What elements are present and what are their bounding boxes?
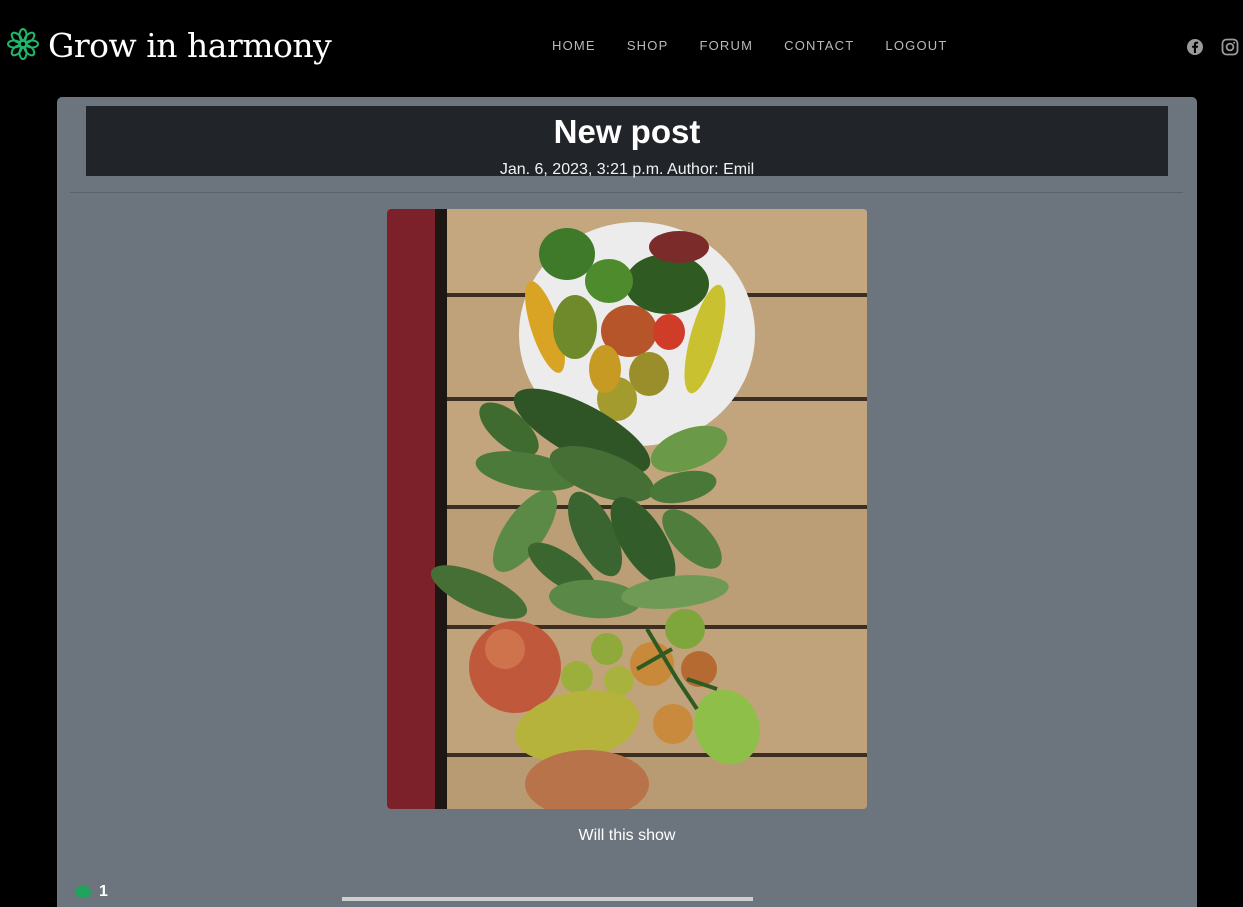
post-title: New post — [553, 113, 701, 150]
instagram-icon[interactable] — [1221, 38, 1239, 56]
nav-shop[interactable]: SHOP — [627, 38, 669, 53]
nav-contact[interactable]: CONTACT — [784, 38, 854, 53]
main-nav: HOME SHOP FORUM CONTACT LOGOUT — [552, 38, 979, 53]
post-meta: Jan. 6, 2023, 3:21 p.m. Author: Emil — [499, 161, 755, 178]
heart-icon[interactable] — [75, 886, 91, 898]
post-caption: Will this show — [578, 827, 676, 844]
post-header: New post Jan. 6, 2023, 3:21 p.m. Author:… — [70, 97, 1183, 193]
facebook-icon[interactable] — [1186, 38, 1204, 56]
vegetable-photo — [387, 209, 867, 809]
nav-home[interactable]: HOME — [552, 38, 596, 53]
nav-forum[interactable]: FORUM — [699, 38, 753, 53]
like-section: 1 — [75, 883, 108, 901]
brand-link[interactable]: Grow in harmony — [7, 24, 332, 68]
flower-icon — [7, 27, 39, 65]
like-count: 1 — [99, 883, 108, 900]
horizontal-scrollbar[interactable] — [342, 897, 753, 901]
nav-logout[interactable]: LOGOUT — [885, 38, 947, 53]
post-card: New post Jan. 6, 2023, 3:21 p.m. Author:… — [57, 97, 1197, 907]
navbar: Grow in harmony HOME SHOP FORUM CONTACT … — [0, 0, 1243, 92]
post-image — [387, 209, 867, 809]
social-links — [1186, 38, 1243, 56]
brand-name: Grow in harmony — [48, 26, 332, 65]
title-box: New post Jan. 6, 2023, 3:21 p.m. Author:… — [86, 106, 1168, 178]
